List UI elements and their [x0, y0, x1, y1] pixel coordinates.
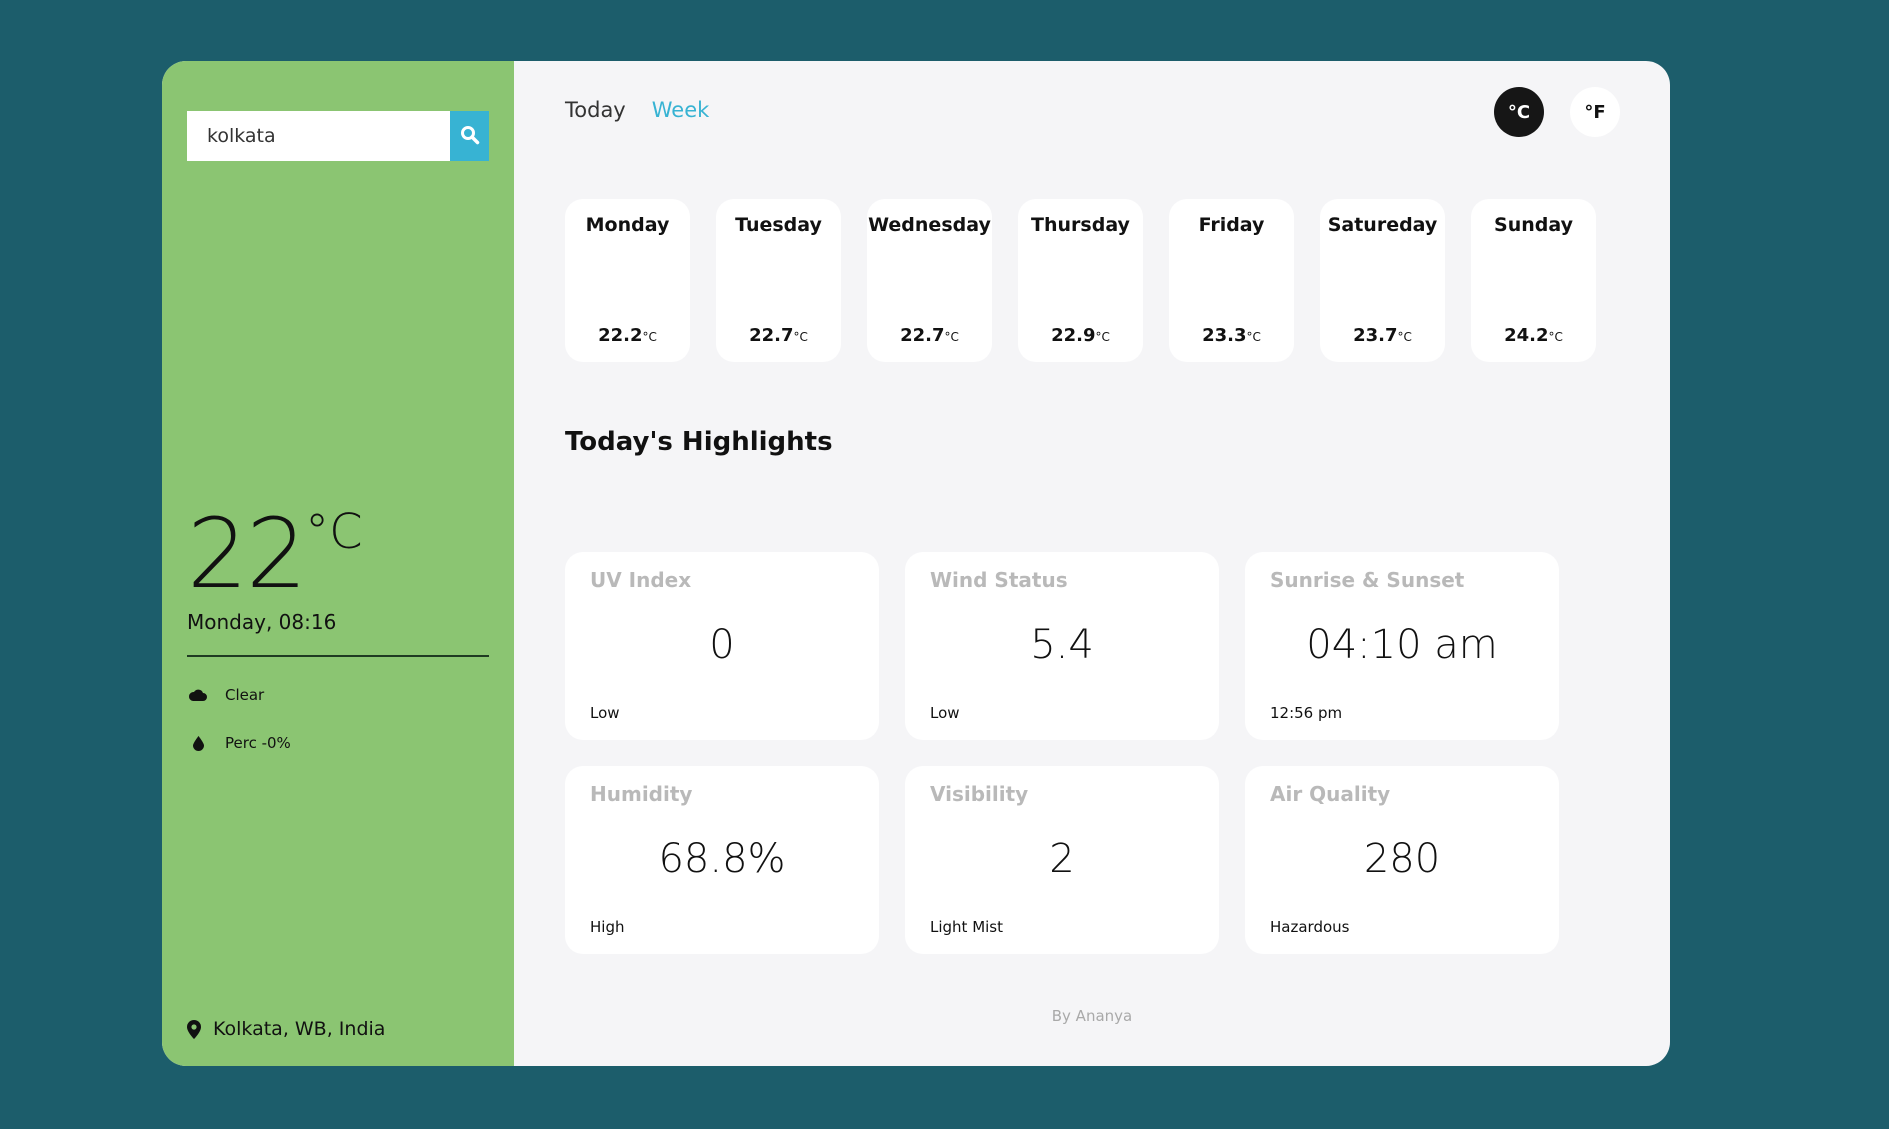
day-name: Wednesday — [868, 214, 991, 236]
sidebar: 22 °C Monday, 08:16 Clear Perc -0% — [162, 61, 514, 1066]
tab-week[interactable]: Week — [652, 98, 710, 122]
card-title: Wind Status — [930, 568, 1068, 592]
day-temperature-value: 23.3 — [1202, 325, 1247, 346]
search-bar — [187, 111, 489, 161]
current-temperature-unit: °C — [305, 504, 363, 560]
day-temperature: 22.7°C — [749, 325, 808, 346]
card-status: High — [590, 918, 625, 936]
day-temperature: 22.2°C — [598, 325, 657, 346]
day-name: Sunday — [1494, 214, 1573, 236]
highlights-grid: UV Index 0 Low Wind Status 5.4 Low Sunri… — [565, 552, 1559, 954]
day-card: Tuesday 22.7°C — [716, 199, 841, 362]
day-card: Thursday 22.9°C — [1018, 199, 1143, 362]
card-title: UV Index — [590, 568, 692, 592]
day-card: Wednesday 22.7°C — [867, 199, 992, 362]
map-pin-icon — [187, 1019, 201, 1039]
tab-today[interactable]: Today — [565, 98, 626, 122]
condition-label: Clear — [225, 686, 265, 704]
fahrenheit-button[interactable]: °F — [1570, 87, 1620, 137]
card-title: Sunrise & Sunset — [1270, 568, 1465, 592]
day-temperature-unit: °C — [1548, 330, 1563, 344]
card-status: Low — [590, 704, 620, 722]
precipitation-label: Perc -0% — [225, 734, 291, 752]
wind-status-card: Wind Status 5.4 Low — [905, 552, 1219, 740]
day-temperature: 24.2°C — [1504, 325, 1563, 346]
card-title: Humidity — [590, 782, 693, 806]
day-temperature: 22.9°C — [1051, 325, 1110, 346]
celsius-button[interactable]: °C — [1494, 87, 1544, 137]
day-temperature-value: 22.9 — [1051, 325, 1096, 346]
day-temperature-unit: °C — [1246, 330, 1261, 344]
card-title: Visibility — [930, 782, 1029, 806]
day-card: Sunday 24.2°C — [1471, 199, 1596, 362]
day-temperature-unit: °C — [642, 330, 657, 344]
day-temperature: 22.7°C — [900, 325, 959, 346]
card-value: 04:10 am — [1306, 622, 1498, 668]
unit-toggle: °C °F — [1494, 87, 1620, 137]
location-label: Kolkata, WB, India — [213, 1018, 386, 1040]
day-temperature-unit: °C — [944, 330, 959, 344]
air-quality-card: Air Quality 280 Hazardous — [1245, 766, 1559, 954]
day-card: Monday 22.2°C — [565, 199, 690, 362]
search-icon — [460, 125, 480, 148]
cloud-icon — [187, 688, 209, 702]
card-value: 68.8% — [658, 836, 786, 882]
sunrise-sunset-card: Sunrise & Sunset 04:10 am 12:56 pm — [1245, 552, 1559, 740]
day-temperature-value: 23.7 — [1353, 325, 1398, 346]
highlights-title: Today's Highlights — [565, 427, 833, 457]
card-status: Low — [930, 704, 960, 722]
day-name: Satureday — [1327, 214, 1438, 236]
card-value: 0 — [709, 622, 735, 668]
search-input[interactable] — [187, 111, 450, 161]
water-drop-icon — [187, 735, 209, 751]
precipitation-row: Perc -0% — [187, 734, 291, 752]
day-card: Satureday 23.7°C — [1320, 199, 1445, 362]
card-value: 5.4 — [1030, 622, 1094, 668]
day-name: Tuesday — [735, 214, 822, 236]
day-card: Friday 23.3°C — [1169, 199, 1294, 362]
visibility-card: Visibility 2 Light Mist — [905, 766, 1219, 954]
day-temperature: 23.7°C — [1353, 325, 1412, 346]
location: Kolkata, WB, India — [187, 1018, 385, 1040]
day-temperature-value: 22.7 — [900, 325, 945, 346]
current-temperature: 22 — [187, 498, 307, 610]
weather-app: 22 °C Monday, 08:16 Clear Perc -0% — [162, 61, 1670, 1066]
humidity-card: Humidity 68.8% High — [565, 766, 879, 954]
day-name: Friday — [1198, 214, 1265, 236]
day-temperature-value: 22.7 — [749, 325, 794, 346]
day-temperature-value: 24.2 — [1504, 325, 1549, 346]
current-weather: 22 °C Monday, 08:16 — [187, 506, 363, 634]
author-credit: By Ananya — [1051, 1007, 1133, 1025]
day-temperature-unit: °C — [1397, 330, 1412, 344]
card-status: Light Mist — [930, 918, 1004, 936]
card-value: 2 — [1049, 836, 1075, 882]
card-status: 12:56 pm — [1270, 704, 1343, 722]
day-temperature: 23.3°C — [1202, 325, 1261, 346]
sidebar-divider — [187, 655, 489, 657]
day-name: Monday — [585, 214, 670, 236]
current-datetime: Monday, 08:16 — [187, 610, 337, 634]
day-temperature-unit: °C — [793, 330, 808, 344]
uv-index-card: UV Index 0 Low — [565, 552, 879, 740]
view-tabs: Today Week — [565, 98, 709, 122]
main-panel: Today Week °C °F Monday 22.2°C Tuesday 2… — [514, 61, 1670, 1066]
weekly-forecast: Monday 22.2°C Tuesday 22.7°C Wednesday 2… — [565, 199, 1596, 362]
day-name: Thursday — [1031, 214, 1130, 236]
card-value: 280 — [1363, 836, 1441, 882]
day-temperature-value: 22.2 — [598, 325, 643, 346]
search-button[interactable] — [450, 111, 489, 161]
card-status: Hazardous — [1270, 918, 1350, 936]
card-title: Air Quality — [1270, 782, 1391, 806]
day-temperature-unit: °C — [1095, 330, 1110, 344]
condition-row: Clear — [187, 686, 264, 704]
